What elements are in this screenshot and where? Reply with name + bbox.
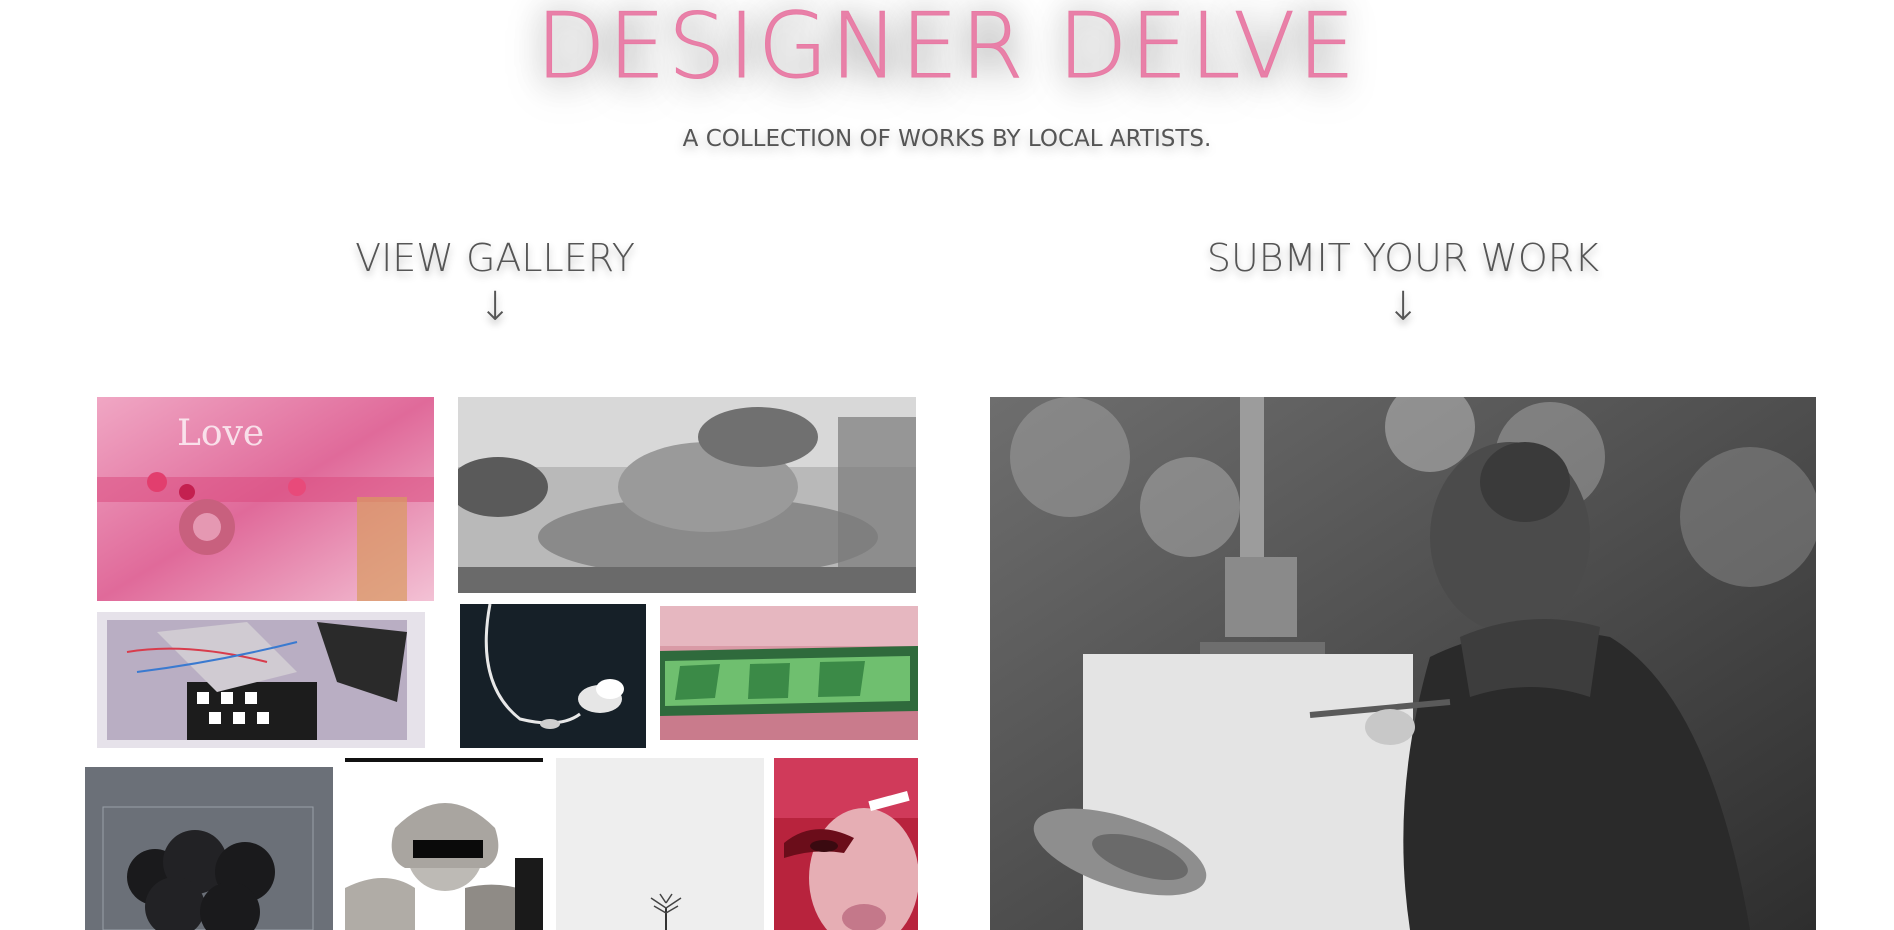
gallery-thumb-angel-statue[interactable] — [345, 758, 543, 930]
down-arrow-icon: ↓ — [478, 284, 512, 330]
submit-work-image[interactable] — [990, 397, 1816, 930]
gallery-thumb-green-graffiti[interactable] — [660, 606, 918, 740]
submit-work-label: SUBMIT YOUR WORK — [1206, 236, 1600, 280]
gallery-thumb-lone-tree[interactable] — [556, 758, 764, 930]
down-arrow-icon: ↓ — [1386, 284, 1420, 330]
gallery-thumb-white-flower-dark[interactable] — [460, 604, 646, 748]
view-gallery-link[interactable]: VIEW GALLERY ↓ — [340, 236, 650, 330]
svg-text:Love: Love — [177, 413, 264, 454]
site-tagline: A COLLECTION OF WORKS BY LOCAL ARTISTS. — [682, 126, 1212, 152]
gallery-thumb-pink-love-painting[interactable]: Love — [97, 397, 434, 601]
gallery-thumb-leopard-bw-photo[interactable] — [458, 397, 916, 593]
page: DESIGNER DELVE A COLLECTION OF WORKS BY … — [0, 0, 1894, 930]
gallery-thumb-red-face-portrait[interactable] — [774, 758, 918, 930]
submit-work-link[interactable]: SUBMIT YOUR WORK ↓ — [1193, 236, 1613, 330]
view-gallery-label: VIEW GALLERY — [355, 236, 635, 280]
site-title: DESIGNER DELVE — [536, 0, 1358, 100]
gallery-thumb-dark-petals[interactable] — [85, 767, 333, 930]
gallery-thumb-abstract-collage[interactable] — [97, 612, 425, 748]
